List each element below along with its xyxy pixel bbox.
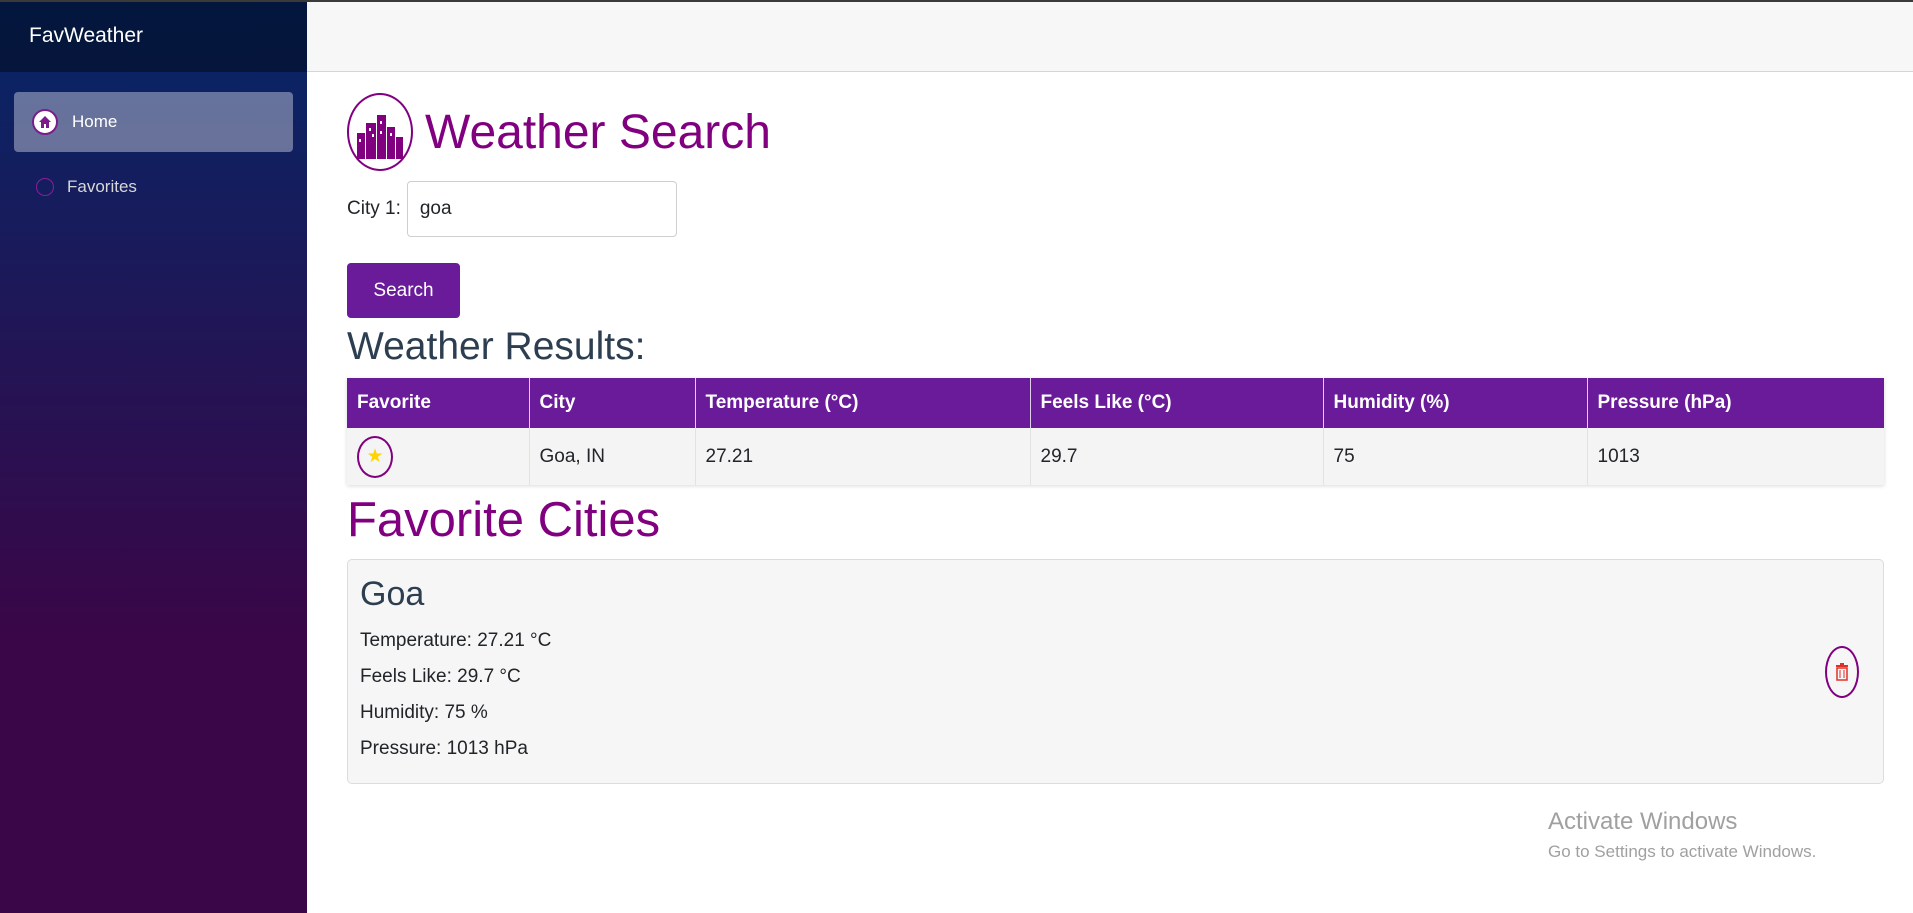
delete-favorite-button[interactable] (1825, 646, 1859, 698)
results-title: Weather Results: (347, 325, 646, 368)
main-content: Weather Search City 1: Search Weather Re… (347, 72, 1885, 784)
favorite-cell: ★ (347, 428, 530, 485)
results-table: Favorite City Temperature (°C) Feels Lik… (347, 378, 1884, 485)
sidebar-nav: Home Favorites (0, 72, 307, 212)
city-label: City 1: (347, 198, 401, 219)
watermark-subtitle: Go to Settings to activate Windows. (1548, 842, 1817, 861)
humidity-cell: 75 (1323, 428, 1588, 485)
temperature-cell: 27.21 (695, 428, 1031, 485)
city-input[interactable] (406, 181, 677, 237)
sidebar-item-home[interactable]: Home (14, 92, 293, 152)
table-header-row: Favorite City Temperature (°C) Feels Lik… (347, 378, 1884, 428)
search-header: Weather Search (347, 93, 1885, 171)
favorite-city-card: Goa Temperature: 27.21 °C Feels Like: 29… (347, 559, 1884, 784)
table-row: ★ Goa, IN 27.21 29.7 75 1013 (347, 428, 1884, 485)
feels-like-cell: 29.7 (1030, 428, 1324, 485)
search-button[interactable]: Search (347, 263, 460, 318)
city-skyline-icon (347, 93, 413, 171)
window-top-border (0, 0, 1913, 2)
favorite-city-name: Goa (360, 575, 425, 613)
pressure-cell: 1013 (1587, 428, 1884, 485)
favorite-pressure: Pressure: 1013 hPa (360, 738, 528, 759)
star-icon[interactable]: ★ (357, 435, 393, 478)
circle-icon (36, 178, 54, 196)
column-header-favorite: Favorite (347, 378, 530, 428)
favorites-title: Favorite Cities (347, 493, 661, 547)
sidebar-item-label: Home (72, 112, 118, 131)
column-header-city: City (529, 378, 696, 428)
sidebar-item-label: Favorites (67, 177, 137, 196)
top-bar (307, 0, 1913, 72)
column-header-feels-like: Feels Like (°C) (1030, 378, 1324, 428)
page-title: Weather Search (425, 105, 771, 159)
windows-activation-watermark: Activate Windows Go to Settings to activ… (1548, 808, 1816, 862)
brand-title[interactable]: FavWeather (29, 24, 143, 48)
favorite-temperature: Temperature: 27.21 °C (360, 630, 552, 651)
column-header-pressure: Pressure (hPa) (1587, 378, 1884, 428)
column-header-humidity: Humidity (%) (1323, 378, 1588, 428)
column-header-temperature: Temperature (°C) (695, 378, 1031, 428)
watermark-title: Activate Windows (1548, 808, 1738, 835)
favorite-feels-like: Feels Like: 29.7 °C (360, 666, 521, 687)
trash-icon (1836, 663, 1848, 681)
sidebar: FavWeather Home Favorites (0, 0, 307, 913)
city-field-row: City 1: (347, 181, 1885, 237)
favorite-humidity: Humidity: 75 % (360, 702, 488, 723)
sidebar-item-favorites[interactable]: Favorites (14, 162, 293, 212)
home-icon (32, 109, 58, 135)
brand-bar: FavWeather (0, 0, 307, 72)
city-cell: Goa, IN (529, 428, 696, 485)
